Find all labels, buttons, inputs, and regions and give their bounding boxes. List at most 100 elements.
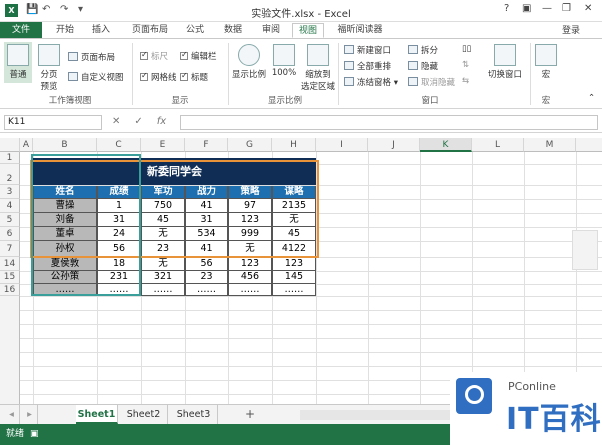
gridlines-checkbox[interactable]: 网格线: [140, 71, 177, 83]
table-cell[interactable]: 123: [228, 257, 272, 271]
table-cell[interactable]: 456: [228, 271, 272, 284]
page-break-icon: [38, 44, 60, 66]
sheet-tab-3[interactable]: Sheet3: [170, 405, 218, 424]
table-cell[interactable]: ……: [185, 284, 228, 296]
zoom-button[interactable]: 显示比例: [232, 44, 266, 80]
row-header-5[interactable]: 5: [0, 213, 20, 227]
tab-formulas[interactable]: 公式: [180, 23, 210, 38]
group-show: 显示: [171, 96, 189, 106]
sign-in-link[interactable]: 登录: [562, 23, 580, 36]
switch-windows-button[interactable]: 切换窗口: [484, 44, 526, 80]
col-header-c[interactable]: C: [97, 138, 141, 152]
col-header-a[interactable]: A: [20, 138, 33, 152]
row-header-7[interactable]: 7: [0, 241, 20, 257]
table-cell[interactable]: 145: [272, 271, 316, 284]
table-cell[interactable]: ……: [228, 284, 272, 296]
unhide-button[interactable]: 取消隐藏: [408, 76, 455, 88]
table-cell[interactable]: ……: [272, 284, 316, 296]
col-header-j[interactable]: J: [368, 138, 420, 152]
sheet-tab-1[interactable]: Sheet1: [76, 405, 118, 424]
zoom-to-selection-button[interactable]: 缩放到 选定区域: [300, 44, 336, 92]
gridline: [20, 366, 602, 367]
ruler-checkbox[interactable]: 标尺: [140, 50, 168, 62]
insert-function-icon[interactable]: fx: [157, 116, 166, 127]
page-layout-icon: [68, 52, 78, 61]
col-header-f[interactable]: F: [185, 138, 228, 152]
tab-page-layout[interactable]: 页面布局: [124, 23, 176, 38]
teal-highlight-box: [31, 154, 141, 296]
col-header-b[interactable]: B: [33, 138, 97, 152]
col-header-i[interactable]: I: [316, 138, 368, 152]
sync-scroll-icon[interactable]: ⇅: [462, 60, 469, 70]
page-break-label-1: 分页: [40, 70, 58, 80]
next-sheet-icon[interactable]: ▸: [22, 405, 38, 424]
title-bar: X 💾 ↶ ↷ ▾ 实验文件.xlsx - Excel ? ▣ — ❐ ✕: [0, 0, 602, 22]
vertical-scrollbar[interactable]: [572, 230, 598, 270]
arrange-all-button[interactable]: 全部重排: [344, 60, 391, 72]
col-header-g[interactable]: G: [228, 138, 272, 152]
new-window-button[interactable]: 新建窗口: [344, 44, 391, 56]
col-header-l[interactable]: L: [472, 138, 524, 152]
reset-window-icon[interactable]: ⇆: [462, 76, 469, 86]
row-header-4[interactable]: 4: [0, 199, 20, 213]
row-header-6[interactable]: 6: [0, 227, 20, 241]
col-header-m[interactable]: M: [524, 138, 576, 152]
pconline-logo-icon: [456, 378, 492, 414]
col-header-k[interactable]: K: [420, 138, 472, 152]
col-header-e[interactable]: E: [141, 138, 185, 152]
hide-button[interactable]: 隐藏: [408, 60, 438, 72]
enter-icon[interactable]: ✓: [134, 116, 142, 127]
table-cell[interactable]: ……: [141, 284, 185, 296]
row-header-16[interactable]: 16: [0, 284, 20, 296]
table-cell[interactable]: 56: [185, 257, 228, 271]
row-header-3[interactable]: 3: [0, 185, 20, 199]
table-cell[interactable]: 123: [272, 257, 316, 271]
add-sheet-button[interactable]: +: [240, 405, 260, 424]
row-header-15[interactable]: 15: [0, 271, 20, 284]
help-button[interactable]: ?: [504, 3, 509, 14]
tab-foxit-reader[interactable]: 福昕阅读器: [332, 23, 388, 38]
split-button[interactable]: 拆分: [408, 44, 438, 56]
row-header-1[interactable]: 1: [0, 152, 20, 164]
formula-input[interactable]: [180, 115, 598, 130]
collapse-ribbon-icon[interactable]: ⌃: [588, 93, 595, 103]
macro-record-icon[interactable]: ▣: [30, 424, 39, 445]
table-cell[interactable]: 321: [141, 271, 185, 284]
tab-insert[interactable]: 插入: [86, 23, 116, 38]
headings-checkbox[interactable]: 标题: [180, 71, 208, 83]
freeze-panes-button[interactable]: 冻结窗格 ▾: [344, 76, 398, 88]
zoom-100-button[interactable]: 100%: [270, 44, 298, 78]
col-header-h[interactable]: H: [272, 138, 316, 152]
select-all-corner[interactable]: [0, 138, 20, 152]
close-button[interactable]: ✕: [584, 3, 592, 14]
formula-buttons: ✕ ✓ fx: [112, 116, 180, 127]
tab-data[interactable]: 数据: [218, 23, 248, 38]
page-layout-view-button[interactable]: 页面布局: [68, 51, 115, 63]
switch-windows-label: 切换窗口: [487, 70, 522, 80]
macros-button[interactable]: 宏: [534, 44, 558, 80]
tab-file[interactable]: 文件: [0, 22, 42, 38]
restore-button[interactable]: ❐: [562, 3, 571, 14]
row-header-2[interactable]: 2: [0, 164, 20, 185]
formula-bar-checkbox[interactable]: 编辑栏: [180, 50, 217, 62]
cancel-icon[interactable]: ✕: [112, 116, 120, 127]
custom-views-button[interactable]: 自定义视图: [68, 71, 124, 83]
table-cell[interactable]: 无: [141, 257, 185, 271]
tab-home[interactable]: 开始: [50, 23, 80, 38]
split-icon: [408, 45, 418, 54]
sheet-tab-2[interactable]: Sheet2: [120, 405, 168, 424]
horizontal-scrollbar[interactable]: [300, 410, 450, 420]
page-break-preview-button[interactable]: 分页 预览: [36, 44, 62, 92]
normal-view-button[interactable]: 普通: [4, 42, 32, 83]
tab-review[interactable]: 审阅: [256, 23, 286, 38]
tab-view[interactable]: 视图: [292, 23, 324, 38]
view-side-by-side-icon[interactable]: ▯▯: [462, 44, 471, 54]
row-header-14[interactable]: 14: [0, 257, 20, 271]
hide-label: 隐藏: [421, 62, 439, 72]
gridline: [20, 296, 602, 297]
table-cell[interactable]: 23: [185, 271, 228, 284]
name-box[interactable]: K11: [4, 115, 102, 130]
ribbon-display-button[interactable]: ▣: [522, 3, 531, 14]
minimize-button[interactable]: —: [542, 3, 552, 14]
prev-sheet-icon[interactable]: ◂: [4, 405, 20, 424]
